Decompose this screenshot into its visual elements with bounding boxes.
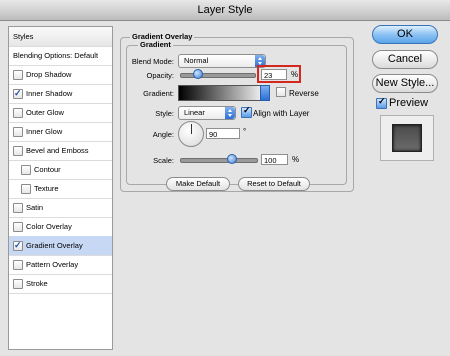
opacity-slider-track[interactable] [180,73,256,78]
styles-item[interactable]: Blending Options: Default [9,46,112,66]
ok-button[interactable]: OK [372,25,438,44]
preview-label: Preview [389,97,429,109]
style-checkbox[interactable] [13,127,23,137]
styles-item[interactable]: Bevel and Emboss [9,141,112,161]
styles-item[interactable]: Color Overlay [9,217,112,237]
opacity-unit: % [291,70,299,79]
angle-dial[interactable] [178,121,204,147]
align-with-layer-label: Align with Layer [253,109,310,118]
preview-checkbox[interactable]: ✓ [376,96,387,109]
opacity-slider-knob[interactable] [193,69,204,79]
scale-slider-track[interactable] [180,158,258,163]
styles-item-label: Inner Glow [26,127,63,136]
styles-item[interactable]: Inner Glow [9,122,112,142]
style-value: Linear [184,108,205,117]
style-checkbox[interactable] [13,222,23,232]
make-default-button[interactable]: Make Default [166,177,230,191]
styles-item[interactable]: Contour [9,160,112,180]
preview-swatch [392,124,422,152]
cancel-button[interactable]: Cancel [372,50,438,69]
blend-mode-value: Normal [184,56,209,65]
scale-unit: % [292,155,300,164]
checkmark-icon: ✓ [378,96,386,106]
styles-item[interactable]: Outer Glow [9,103,112,123]
blend-mode-label: Blend Mode: [131,57,174,66]
style-checkbox[interactable]: ✓ [13,240,23,251]
styles-item[interactable]: Satin [9,198,112,218]
styles-item[interactable]: ✓ Inner Shadow [9,84,112,104]
styles-item-label: Gradient Overlay [26,241,83,250]
styles-item-label: Satin [26,203,44,212]
align-with-layer-checkbox[interactable]: ✓ [241,105,252,118]
style-checkbox[interactable] [21,184,31,194]
reverse-label: Reverse [289,89,319,98]
styles-header-label: Styles [13,32,34,41]
styles-item[interactable]: Stroke [9,274,112,294]
gradient-subtitle: Gradient [138,40,173,49]
gradient-swatch[interactable] [178,85,268,101]
style-checkbox[interactable] [13,146,23,156]
styles-item-label: Outer Glow [26,108,64,117]
scale-label: Scale: [153,156,174,165]
style-select[interactable]: Linear [178,106,236,120]
opacity-label: Opacity: [146,71,174,80]
style-label: Style: [155,109,174,118]
angle-label: Angle: [152,130,174,139]
chevron-updown-icon [225,107,235,119]
style-checkbox[interactable] [13,279,23,289]
styles-item-label: Drop Shadow [26,70,72,79]
styles-item-label: Bevel and Emboss [26,146,89,155]
style-checkbox[interactable] [13,203,23,213]
window-title: Layer Style [0,0,450,21]
blend-mode-select[interactable]: Normal [178,54,266,68]
scale-slider-knob[interactable] [226,154,237,164]
reset-to-default-button[interactable]: Reset to Default [238,177,310,191]
angle-dial-needle [190,124,192,134]
new-style-button[interactable]: New Style... [372,74,438,93]
styles-item-label: Pattern Overlay [26,260,79,269]
opacity-input[interactable]: 23 [261,69,287,80]
scale-input[interactable]: 100 [261,154,288,165]
styles-item-label: Contour [34,165,61,174]
angle-unit: ° [243,127,247,136]
styles-panel: Styles Blending Options: Default Drop Sha… [8,26,113,350]
style-checkbox[interactable] [21,165,31,175]
checkmark-icon: ✓ [243,105,251,115]
styles-item[interactable]: Texture [9,179,112,199]
styles-item[interactable]: ✓ Gradient Overlay [9,236,112,256]
styles-item[interactable]: Drop Shadow [9,65,112,85]
preview-thumbnail [380,115,434,161]
reverse-checkbox[interactable] [276,87,286,97]
angle-input[interactable]: 90 [206,128,240,139]
styles-item-label: Texture [34,184,59,193]
style-checkbox[interactable] [13,108,23,118]
styles-item-label: Blending Options: Default [13,51,99,60]
styles-item[interactable]: Pattern Overlay [9,255,112,275]
gradient-label: Gradient: [143,89,174,98]
styles-item-label: Inner Shadow [26,89,73,98]
styles-header[interactable]: Styles [9,27,112,47]
checkmark-icon: ✓ [14,88,22,98]
checkmark-icon: ✓ [14,240,22,250]
gradient-dropdown-arrow-icon[interactable] [260,85,270,101]
style-checkbox[interactable] [13,70,23,80]
styles-item-label: Color Overlay [26,222,72,231]
style-checkbox[interactable] [13,260,23,270]
styles-item-label: Stroke [26,279,48,288]
style-checkbox[interactable]: ✓ [13,88,23,99]
